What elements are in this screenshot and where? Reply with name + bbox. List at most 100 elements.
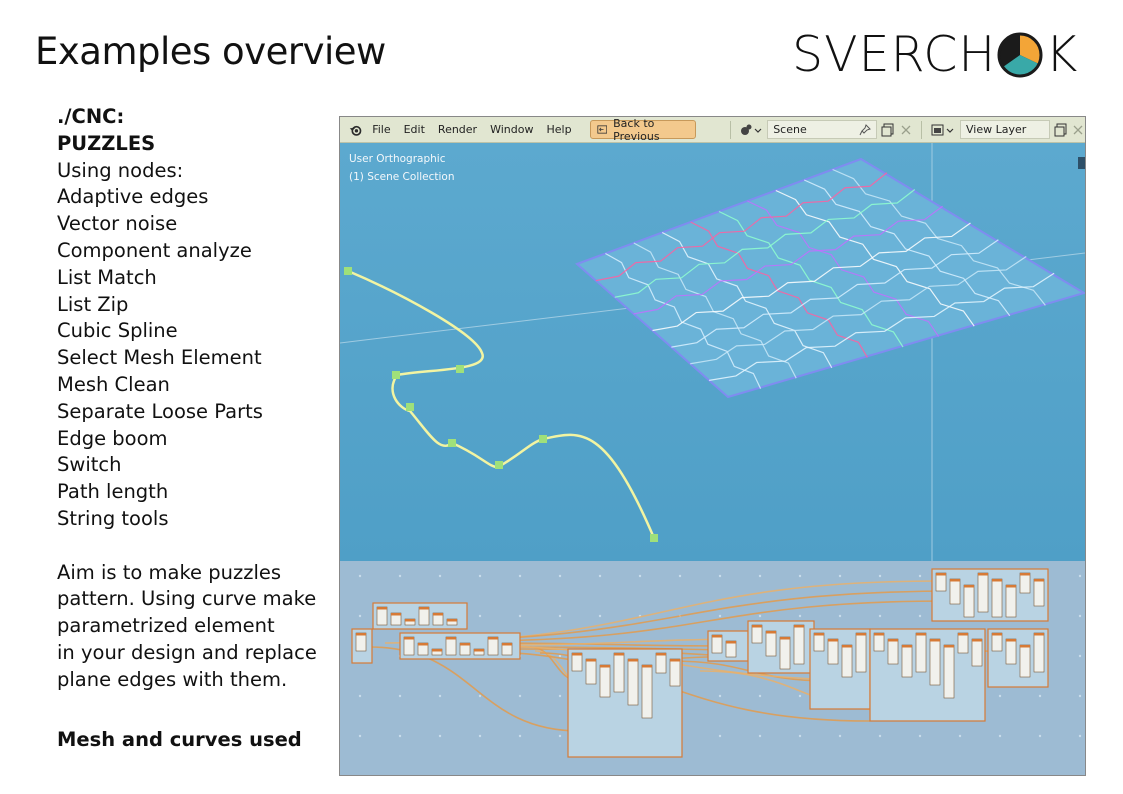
node[interactable] [376, 606, 388, 626]
node-header[interactable] [752, 625, 762, 628]
scene-name[interactable]: Scene [773, 123, 807, 136]
menu-window[interactable]: Window [490, 123, 533, 136]
3d-viewport[interactable]: User Orthographic (1) Scene Collection [340, 143, 1085, 561]
viewport-edge-handle[interactable] [1078, 157, 1085, 169]
node[interactable] [655, 652, 667, 674]
node-header[interactable] [1034, 633, 1044, 636]
pin-icon[interactable] [859, 123, 872, 136]
node[interactable] [977, 572, 989, 613]
node-header[interactable] [874, 633, 884, 636]
node-header[interactable] [1020, 573, 1030, 576]
copy-icon[interactable] [880, 122, 896, 138]
node[interactable] [991, 578, 1003, 618]
node-header[interactable] [888, 639, 898, 642]
view-layer-icon[interactable] [930, 123, 956, 137]
curve-control-point[interactable] [344, 267, 352, 275]
node-header[interactable] [766, 631, 776, 634]
node[interactable] [1019, 572, 1031, 594]
curve-control-point[interactable] [392, 371, 400, 379]
node[interactable] [935, 572, 947, 592]
close-icon[interactable] [899, 123, 913, 137]
curve-control-point[interactable] [406, 403, 414, 411]
node[interactable] [813, 632, 825, 652]
node-header[interactable] [1020, 645, 1030, 648]
node-header[interactable] [780, 637, 790, 640]
curve-control-point[interactable] [539, 435, 547, 443]
node-frame[interactable] [931, 568, 1049, 622]
node[interactable] [827, 638, 839, 665]
node[interactable] [418, 606, 430, 626]
node-header[interactable] [628, 659, 638, 662]
node-header[interactable] [930, 639, 940, 642]
node-header[interactable] [377, 607, 387, 610]
scene-icon[interactable] [739, 123, 763, 137]
node-header[interactable] [446, 637, 456, 640]
node[interactable] [855, 632, 867, 673]
node-header[interactable] [902, 645, 912, 648]
node[interactable] [751, 624, 763, 644]
node[interactable] [585, 658, 597, 685]
node[interactable] [915, 632, 927, 673]
node[interactable] [445, 636, 457, 656]
node-header[interactable] [936, 573, 946, 576]
sverchok-node-editor[interactable] [340, 561, 1085, 775]
node[interactable] [1019, 644, 1031, 678]
node-header[interactable] [447, 619, 457, 622]
node[interactable] [873, 632, 885, 652]
node-header[interactable] [1006, 639, 1016, 642]
node-header[interactable] [600, 665, 610, 668]
node-header[interactable] [972, 639, 982, 642]
node[interactable] [599, 664, 611, 698]
close-icon[interactable] [1071, 123, 1085, 137]
node-header[interactable] [418, 643, 428, 646]
view-layer-selector[interactable]: View Layer [930, 120, 1085, 139]
node-header[interactable] [950, 579, 960, 582]
node[interactable] [901, 644, 913, 678]
node-header[interactable] [1006, 585, 1016, 588]
curve-control-point[interactable] [456, 365, 464, 373]
node-header[interactable] [460, 643, 470, 646]
node-header[interactable] [474, 649, 484, 652]
node[interactable] [571, 652, 583, 672]
back-to-previous-button[interactable]: Back to Previous [589, 117, 697, 143]
node-header[interactable] [828, 639, 838, 642]
node[interactable] [793, 624, 805, 665]
node-header[interactable] [405, 619, 415, 622]
scene-selector[interactable]: Scene [739, 120, 913, 139]
node-header[interactable] [433, 613, 443, 616]
node[interactable] [1005, 638, 1017, 665]
menu-file[interactable]: File [372, 123, 390, 136]
node[interactable] [641, 664, 653, 719]
node-header[interactable] [978, 573, 988, 576]
node-header[interactable] [356, 633, 366, 636]
node-header[interactable] [726, 641, 736, 644]
node-header[interactable] [814, 633, 824, 636]
node[interactable] [669, 658, 681, 687]
node[interactable] [487, 636, 499, 656]
menu-help[interactable]: Help [546, 123, 571, 136]
copy-icon[interactable] [1053, 122, 1069, 138]
node-header[interactable] [1034, 579, 1044, 582]
node-header[interactable] [586, 659, 596, 662]
node-header[interactable] [432, 649, 442, 652]
node[interactable] [627, 658, 639, 706]
node-header[interactable] [391, 613, 401, 616]
node-header[interactable] [992, 633, 1002, 636]
node-header[interactable] [712, 635, 722, 638]
node[interactable] [929, 638, 941, 686]
node[interactable] [711, 634, 723, 654]
node[interactable] [957, 632, 969, 654]
node[interactable] [765, 630, 777, 657]
node-header[interactable] [404, 637, 414, 640]
curve-control-point[interactable] [495, 461, 503, 469]
node-header[interactable] [670, 659, 680, 662]
node-header[interactable] [944, 645, 954, 648]
node[interactable] [841, 644, 853, 678]
menu-render[interactable]: Render [438, 123, 477, 136]
node-header[interactable] [992, 579, 1002, 582]
node[interactable] [779, 636, 791, 670]
curve-control-point[interactable] [448, 439, 456, 447]
node-header[interactable] [656, 653, 666, 656]
node-header[interactable] [958, 633, 968, 636]
menu-edit[interactable]: Edit [404, 123, 425, 136]
